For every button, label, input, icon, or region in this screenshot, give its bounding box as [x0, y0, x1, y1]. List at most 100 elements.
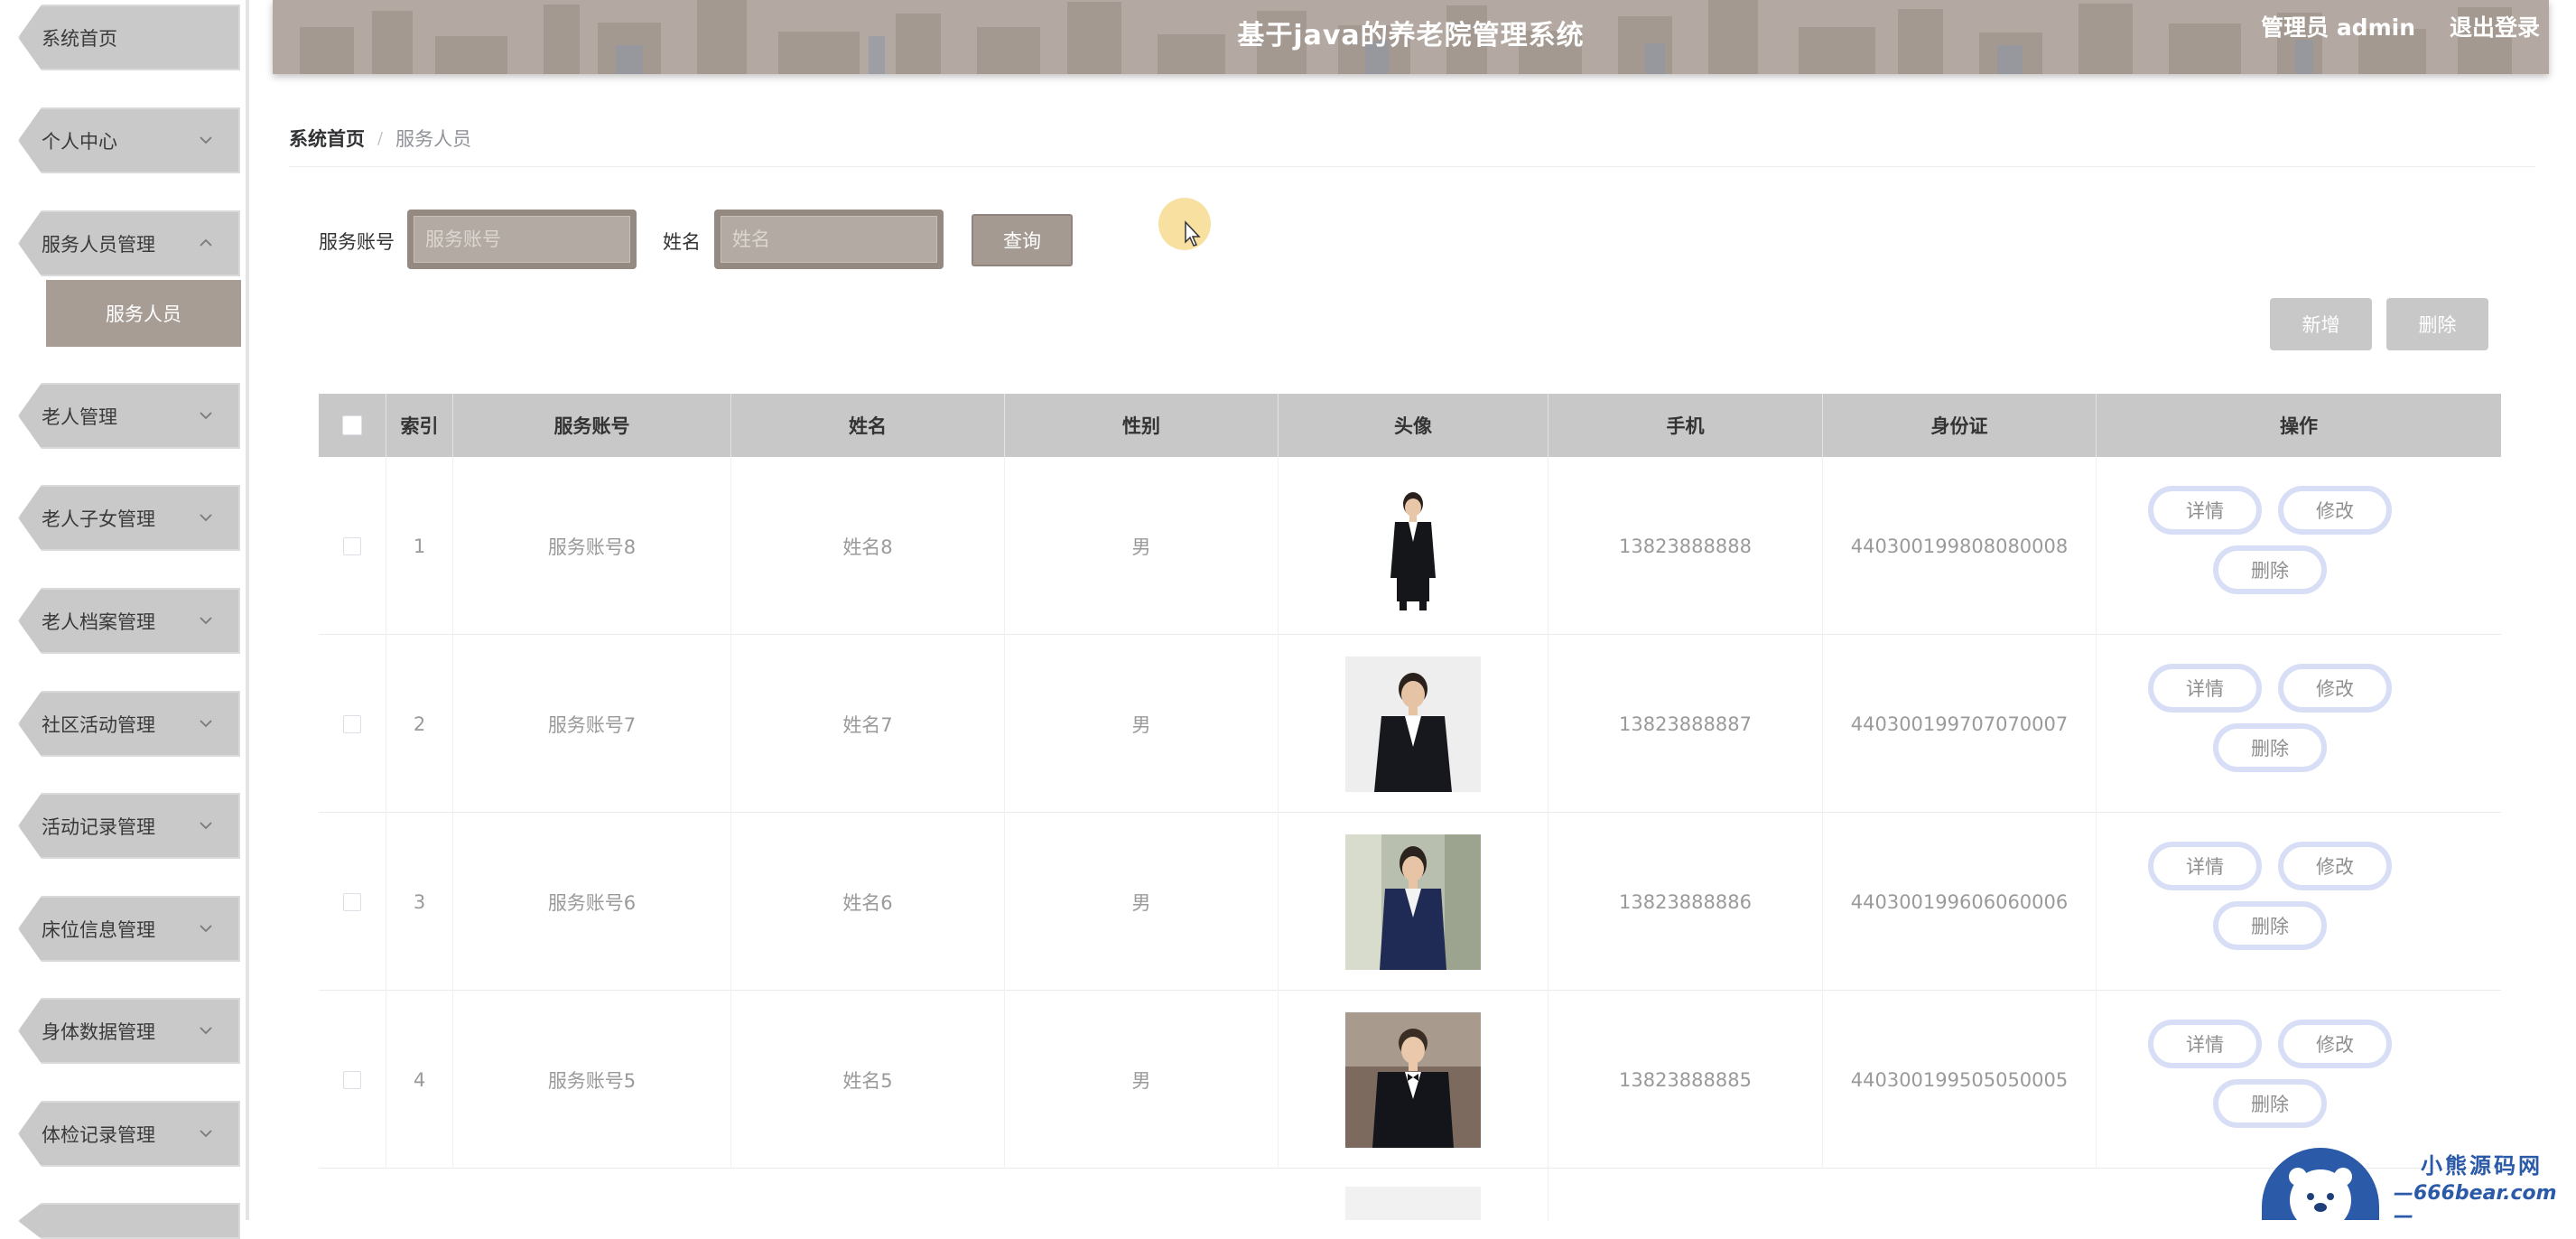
gender-cell: 男: [1005, 991, 1279, 1169]
detail-button[interactable]: 详情: [2148, 1020, 2262, 1068]
sidebar-item-label: 个人中心: [42, 130, 117, 153]
phone-cell: 13823888887: [1548, 635, 1823, 813]
column-header: 手机: [1548, 394, 1823, 457]
index-cell: 1: [386, 457, 453, 635]
select-all-checkbox[interactable]: [342, 415, 362, 435]
name-cell: 姓名7: [731, 635, 1005, 813]
account-search-field: [407, 210, 637, 269]
id-card-cell: 440300199808080008: [1823, 457, 2097, 635]
row-select-cell: [319, 635, 386, 813]
detail-button[interactable]: 详情: [2148, 842, 2262, 890]
batch-delete-button[interactable]: 删除: [2386, 298, 2488, 350]
column-header: 服务账号: [453, 394, 731, 457]
delete-button[interactable]: 删除: [2213, 723, 2327, 772]
avatar-cell: [1279, 457, 1548, 635]
avatar-cell: [1279, 1169, 1548, 1220]
avatar: [1345, 1011, 1481, 1148]
sidebar-item-activity-records[interactable]: 活动记录管理: [18, 793, 240, 859]
row-checkbox[interactable]: [343, 1070, 361, 1089]
table-row: 1 服务账号8 姓名8 男 13823888888 44030019980808…: [319, 457, 2501, 635]
row-checkbox[interactable]: [343, 714, 361, 733]
sidebar-subitem-staff[interactable]: 服务人员: [46, 280, 241, 347]
sidebar-item-body-data[interactable]: 身体数据管理: [18, 998, 240, 1064]
account-search-label: 服务账号: [319, 231, 395, 253]
top-header: 基于java的养老院管理系统 管理员 admin 退出登录: [273, 0, 2549, 74]
chevron-down-icon: [197, 406, 215, 424]
breadcrumb: 系统首页 / 服务人员: [289, 125, 471, 152]
row-select-cell: [319, 813, 386, 991]
sidebar-item-archive-management[interactable]: 老人档案管理: [18, 588, 240, 654]
sidebar-item-label: 老人子女管理: [42, 508, 155, 530]
sidebar-item-bed-info[interactable]: 床位信息管理: [18, 896, 240, 962]
query-button[interactable]: 查询: [972, 214, 1073, 266]
app-title: 基于java的养老院管理系统: [1237, 20, 1585, 51]
account-cell: 服务账号5: [453, 991, 731, 1169]
watermark: 小熊源码网 —666bear.com—: [2262, 1142, 2576, 1227]
sidebar: 系统首页 个人中心 服务人员管理 服务人员 老人管理 老人子女管理 老人档案管理…: [0, 0, 249, 1239]
id-card-cell: 440300199505050005: [1823, 991, 2097, 1169]
avatar: [1345, 656, 1481, 792]
sidebar-item-label: 老人管理: [42, 405, 117, 428]
logout-link[interactable]: 退出登录: [2450, 10, 2540, 42]
mouse-cursor-icon: [1185, 220, 1201, 247]
edit-button[interactable]: 修改: [2278, 486, 2392, 535]
id-card-cell: 440300199707070007: [1823, 635, 2097, 813]
sidebar-item-label: 老人档案管理: [42, 610, 155, 633]
sidebar-item-community-activity[interactable]: 社区活动管理: [18, 691, 240, 757]
add-button[interactable]: 新增: [2270, 298, 2372, 350]
avatar: [1345, 478, 1481, 614]
row-checkbox[interactable]: [343, 536, 361, 555]
sidebar-scroll-rail: [246, 0, 249, 1220]
table-row: [319, 1169, 2501, 1220]
delete-button[interactable]: 删除: [2213, 1079, 2327, 1128]
column-header: 操作: [2280, 415, 2318, 437]
avatar-cell: [1279, 813, 1548, 991]
account-search-input[interactable]: [414, 216, 630, 263]
sidebar-item-label: 体检记录管理: [42, 1123, 155, 1146]
name-search-input[interactable]: [721, 216, 937, 263]
sidebar-item-partial[interactable]: [18, 1203, 240, 1239]
name-cell: 姓名5: [731, 991, 1005, 1169]
avatar-cell: [1279, 635, 1548, 813]
breadcrumb-home[interactable]: 系统首页: [289, 125, 365, 152]
header-select-all-cell: [319, 394, 386, 457]
column-header: 索引: [386, 394, 453, 457]
current-user: 管理员 admin: [2261, 14, 2415, 41]
watermark-domain: —666bear.com—: [2394, 1182, 2557, 1227]
table-row: 4 服务账号5 姓名5 男 13823888885 44030019950505…: [319, 991, 2501, 1169]
gender-cell: 男: [1005, 635, 1279, 813]
phone-cell: 13823888885: [1548, 991, 1823, 1169]
name-cell: 姓名8: [731, 457, 1005, 635]
sidebar-item-home[interactable]: 系统首页: [18, 5, 240, 70]
sidebar-item-label: 身体数据管理: [42, 1020, 155, 1043]
table-row: 2 服务账号7 姓名7 男 13823888887 44030019970707…: [319, 635, 2501, 813]
sidebar-item-personal-center[interactable]: 个人中心: [18, 107, 240, 173]
detail-button[interactable]: 详情: [2148, 486, 2262, 535]
sidebar-item-staff-management[interactable]: 服务人员管理: [18, 210, 240, 276]
sidebar-item-label: 床位信息管理: [42, 918, 155, 941]
sidebar-item-children-management[interactable]: 老人子女管理: [18, 485, 240, 551]
gender-cell: 男: [1005, 457, 1279, 635]
sidebar-item-checkup-records[interactable]: 体检记录管理: [18, 1101, 240, 1167]
bear-logo-icon: [2262, 1148, 2379, 1220]
edit-button[interactable]: 修改: [2278, 842, 2392, 890]
name-search-label: 姓名: [663, 231, 701, 253]
detail-button[interactable]: 详情: [2148, 664, 2262, 713]
sidebar-item-elderly-management[interactable]: 老人管理: [18, 383, 240, 449]
edit-button[interactable]: 修改: [2278, 1020, 2392, 1068]
name-search-field: [714, 210, 944, 269]
chevron-down-icon: [197, 919, 215, 937]
delete-button[interactable]: 删除: [2213, 545, 2327, 594]
chevron-down-icon: [197, 714, 215, 732]
row-checkbox[interactable]: [343, 892, 361, 911]
chevron-down-icon: [197, 1124, 215, 1142]
edit-button[interactable]: 修改: [2278, 664, 2392, 713]
chevron-down-icon: [197, 1021, 215, 1039]
breadcrumb-current: 服务人员: [395, 128, 472, 150]
column-header: 性别: [1005, 394, 1279, 457]
avatar-cell: [1279, 991, 1548, 1169]
delete-button[interactable]: 删除: [2213, 901, 2327, 950]
sidebar-item-label: 系统首页: [42, 27, 117, 50]
operation-cell: 详情 修改 删除: [2097, 635, 2501, 813]
chevron-down-icon: [197, 816, 215, 834]
